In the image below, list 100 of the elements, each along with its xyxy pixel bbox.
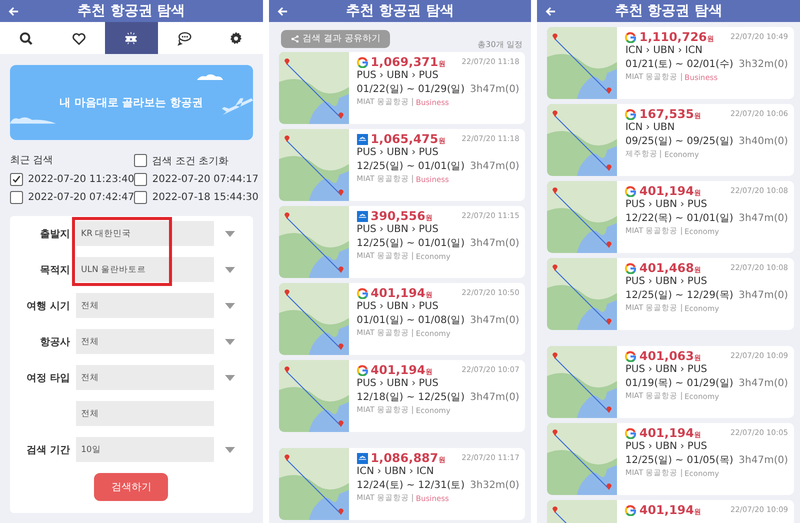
- flight-duration: 3h47m(0): [738, 212, 788, 224]
- flight-duration: 3h47m(0): [738, 378, 788, 388]
- travel-dates: 12/25(일) ~ 01/01(일): [356, 160, 465, 173]
- travel-dates: 12/22(목) ~ 01/01(일): [625, 212, 734, 225]
- route-map-drawing: [547, 181, 618, 253]
- airplane-icon: [220, 97, 253, 117]
- route-text: ICN › UBN › ICN: [625, 45, 704, 56]
- banner-text: 내 마음대로 골라보는 항공권: [60, 95, 204, 110]
- route-text: PUS › UBN › PUS: [356, 70, 440, 81]
- field-label: 항공사: [39, 336, 71, 348]
- multicolor-g-icon: [356, 364, 368, 376]
- route-map-drawing: [278, 283, 349, 355]
- ticket-icon: [123, 30, 140, 46]
- travel-dates: 01/22(일) ~ 01/29(일): [356, 83, 465, 96]
- flight-duration: 3h32m(0): [470, 480, 520, 490]
- select-field[interactable]: KR 대한민국: [76, 221, 214, 246]
- back-icon[interactable]: [545, 6, 556, 16]
- route-map-drawing: [547, 104, 618, 176]
- screen-title: 추천 항공권 탐색: [345, 2, 455, 20]
- back-icon[interactable]: [276, 6, 288, 16]
- recent-search-label: 최근 검색: [10, 154, 54, 168]
- flight-duration: 3h47m(0): [738, 454, 788, 466]
- travel-dates: 12/25(일) ~ 12/29(목): [625, 289, 734, 302]
- recent-search-checkbox[interactable]: 2022-07-20 07:44:17: [134, 173, 258, 186]
- route-map-drawing: [547, 423, 618, 495]
- heart-icon: [70, 30, 87, 46]
- flight-duration: 3h32m(0): [738, 58, 788, 70]
- select-field[interactable]: 전체: [76, 329, 214, 354]
- route-map-drawing: [278, 129, 349, 201]
- route-text: ICN › UBN: [625, 122, 676, 133]
- route-text: PUS › UBN › PUS: [356, 147, 440, 158]
- route-map-drawing: [278, 360, 349, 432]
- chat-icon: [176, 30, 192, 46]
- flight-duration: 3h40m(0): [738, 136, 788, 146]
- skyline-icon: [356, 210, 368, 222]
- multicolor-g-icon: [625, 108, 636, 120]
- travel-dates: 12/25(일) ~ 01/05(목): [625, 454, 734, 467]
- dropdown-caret-icon[interactable]: [225, 338, 235, 344]
- multicolor-g-icon: [625, 262, 636, 274]
- recent-search-checkbox[interactable]: 2022-07-18 15:44:30: [134, 191, 258, 204]
- dropdown-caret-icon[interactable]: [225, 374, 235, 380]
- route-text: PUS › UBN › PUS: [356, 224, 440, 235]
- route-map-drawing: [278, 52, 349, 124]
- recent-search-checkbox[interactable]: 2022-07-20 11:23:40: [10, 173, 134, 186]
- flight-duration: 3h47m(0): [470, 392, 520, 402]
- travel-dates: 09/25(일) ~ 09/25(일): [625, 135, 734, 148]
- dropdown-caret-icon[interactable]: [225, 266, 235, 272]
- tab-button[interactable]: [105, 22, 158, 54]
- travel-dates: 01/01(일) ~ 01/08(일): [356, 314, 465, 327]
- skyline-icon: [356, 134, 368, 144]
- route-map-drawing: [547, 258, 618, 330]
- dropdown-caret-icon[interactable]: [225, 446, 235, 452]
- flight-duration: 3h47m(0): [738, 290, 788, 300]
- flight-duration: 3h47m(0): [470, 160, 520, 172]
- select-field[interactable]: 10일: [76, 437, 214, 462]
- search-icon: [18, 30, 34, 46]
- field-label: 출발지: [39, 228, 71, 240]
- select-field[interactable]: 전체: [76, 401, 214, 426]
- travel-dates: 01/21(토) ~ 02/01(수): [625, 58, 734, 71]
- route-text: PUS › UBN › PUS: [625, 441, 708, 452]
- recent-search-checkbox[interactable]: 2022-07-20 07:42:47: [10, 191, 134, 204]
- flight-duration: 3h47m(0): [470, 84, 520, 94]
- flight-duration: 3h47m(0): [470, 238, 520, 248]
- share-icon: [290, 34, 299, 42]
- select-field[interactable]: ULN 울란바토르: [76, 257, 214, 282]
- dropdown-caret-icon[interactable]: [225, 230, 235, 236]
- route-text: PUS › UBN › PUS: [625, 364, 708, 375]
- flight-duration: 3h47m(0): [470, 314, 520, 326]
- field-label: 여정 타입: [26, 372, 71, 384]
- multicolor-g-icon: [625, 504, 636, 516]
- travel-dates: 12/25(일) ~ 01/01(일): [356, 237, 465, 250]
- screen-title: 추천 항공권 탐색: [76, 2, 186, 20]
- route-map-drawing: [278, 206, 349, 278]
- select-field[interactable]: 전체: [76, 365, 214, 390]
- multicolor-g-icon: [625, 350, 636, 362]
- multicolor-g-icon: [625, 186, 636, 196]
- route-text: PUS › UBN › PUS: [356, 378, 440, 389]
- back-icon[interactable]: [8, 6, 19, 16]
- route-map-drawing: [547, 27, 618, 99]
- route-text: PUS › UBN › PUS: [625, 199, 708, 210]
- reset-checkbox[interactable]: 검색 조건 초기화: [134, 153, 258, 168]
- multicolor-g-icon: [356, 288, 368, 298]
- route-map-drawing: [278, 448, 349, 520]
- route-text: PUS › UBN › PUS: [625, 276, 708, 287]
- field-label: 검색 기간: [26, 444, 71, 456]
- settings-icon: [228, 30, 244, 46]
- route-text: ICN › UBN › ICN: [356, 466, 435, 477]
- route-text: PUS › UBN › PUS: [356, 301, 440, 312]
- travel-dates: 01/19(목) ~ 01/29(일): [625, 377, 734, 390]
- route-map-drawing: [547, 346, 618, 418]
- multicolor-g-icon: [356, 56, 368, 68]
- travel-dates: 12/24(토) ~ 12/31(토): [356, 479, 465, 492]
- dropdown-caret-icon[interactable]: [225, 302, 235, 308]
- field-label: 여행 시기: [26, 300, 71, 312]
- multicolor-g-icon: [625, 32, 636, 42]
- select-field[interactable]: 전체: [76, 293, 214, 318]
- skyline-icon: [356, 452, 368, 464]
- screen-title: 추천 항공권 탐색: [614, 2, 724, 20]
- travel-dates: 12/18(일) ~ 12/25(일): [356, 391, 465, 404]
- checkmark-icon: [11, 174, 22, 185]
